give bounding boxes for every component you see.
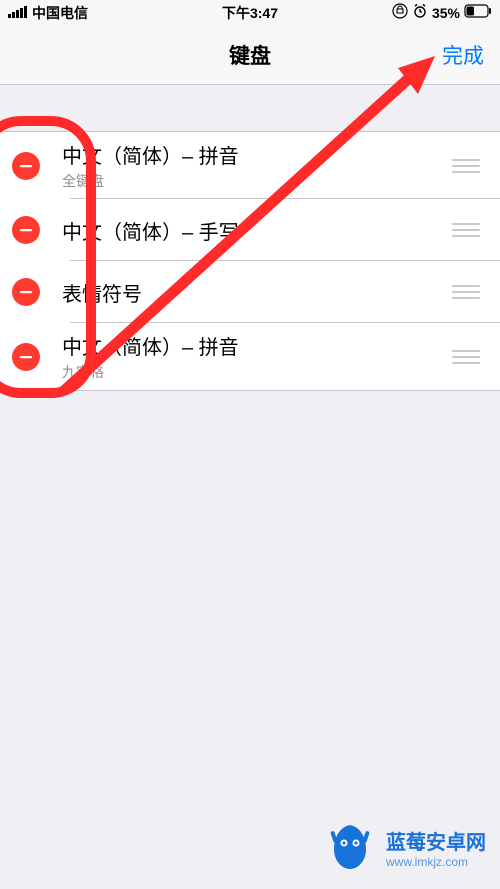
drag-handle-icon[interactable] bbox=[444, 285, 488, 299]
watermark-url: www.lmkjz.com bbox=[386, 855, 486, 869]
group-spacer bbox=[0, 85, 500, 131]
list-item[interactable]: 中文（简体）– 手写 bbox=[0, 199, 500, 261]
delete-button[interactable] bbox=[12, 278, 40, 306]
list-item[interactable]: 中文（简体）– 拼音 全键盘 bbox=[0, 132, 500, 199]
carrier-label: 中国电信 bbox=[32, 3, 88, 23]
row-text: 中文（简体）– 拼音 九宫格 bbox=[62, 331, 444, 382]
list-item[interactable]: 表情符号 bbox=[0, 261, 500, 323]
page-title: 键盘 bbox=[229, 40, 271, 70]
list-item[interactable]: 中文（简体）– 拼音 九宫格 bbox=[0, 323, 500, 390]
battery-percent: 35% bbox=[432, 5, 460, 21]
keyboard-list: 中文（简体）– 拼音 全键盘 中文（简体）– 手写 表情符号 中文（简体）– 拼… bbox=[0, 131, 500, 391]
minus-icon bbox=[18, 284, 34, 300]
row-text: 表情符号 bbox=[62, 278, 444, 307]
status-time: 下午3:47 bbox=[222, 3, 278, 23]
signal-icon bbox=[8, 5, 28, 21]
keyboard-title: 表情符号 bbox=[62, 278, 444, 307]
keyboard-title: 中文（简体）– 手写 bbox=[62, 216, 444, 245]
watermark-logo-icon bbox=[322, 819, 378, 875]
watermark-text: 蓝莓安卓网 www.lmkjz.com bbox=[386, 826, 486, 869]
delete-button[interactable] bbox=[12, 216, 40, 244]
row-text: 中文（简体）– 手写 bbox=[62, 216, 444, 245]
watermark: 蓝莓安卓网 www.lmkjz.com bbox=[322, 819, 486, 875]
watermark-title: 蓝莓安卓网 bbox=[386, 826, 486, 855]
drag-handle-icon[interactable] bbox=[444, 223, 488, 237]
status-left: 中国电信 bbox=[8, 3, 88, 23]
minus-icon bbox=[18, 158, 34, 174]
minus-icon bbox=[18, 222, 34, 238]
delete-button[interactable] bbox=[12, 343, 40, 371]
keyboard-subtitle: 全键盘 bbox=[62, 171, 444, 191]
done-button[interactable]: 完成 bbox=[442, 40, 484, 70]
nav-bar: 键盘 完成 bbox=[0, 25, 500, 85]
row-text: 中文（简体）– 拼音 全键盘 bbox=[62, 140, 444, 191]
alarm-icon bbox=[412, 3, 428, 22]
status-bar: 中国电信 下午3:47 35% bbox=[0, 0, 500, 25]
battery-icon bbox=[464, 4, 492, 21]
delete-button[interactable] bbox=[12, 152, 40, 180]
orientation-lock-icon bbox=[392, 3, 408, 22]
keyboard-title: 中文（简体）– 拼音 bbox=[62, 140, 444, 169]
minus-icon bbox=[18, 349, 34, 365]
drag-handle-icon[interactable] bbox=[444, 350, 488, 364]
keyboard-title: 中文（简体）– 拼音 bbox=[62, 331, 444, 360]
status-right: 35% bbox=[392, 3, 492, 22]
drag-handle-icon[interactable] bbox=[444, 159, 488, 173]
keyboard-subtitle: 九宫格 bbox=[62, 362, 444, 382]
